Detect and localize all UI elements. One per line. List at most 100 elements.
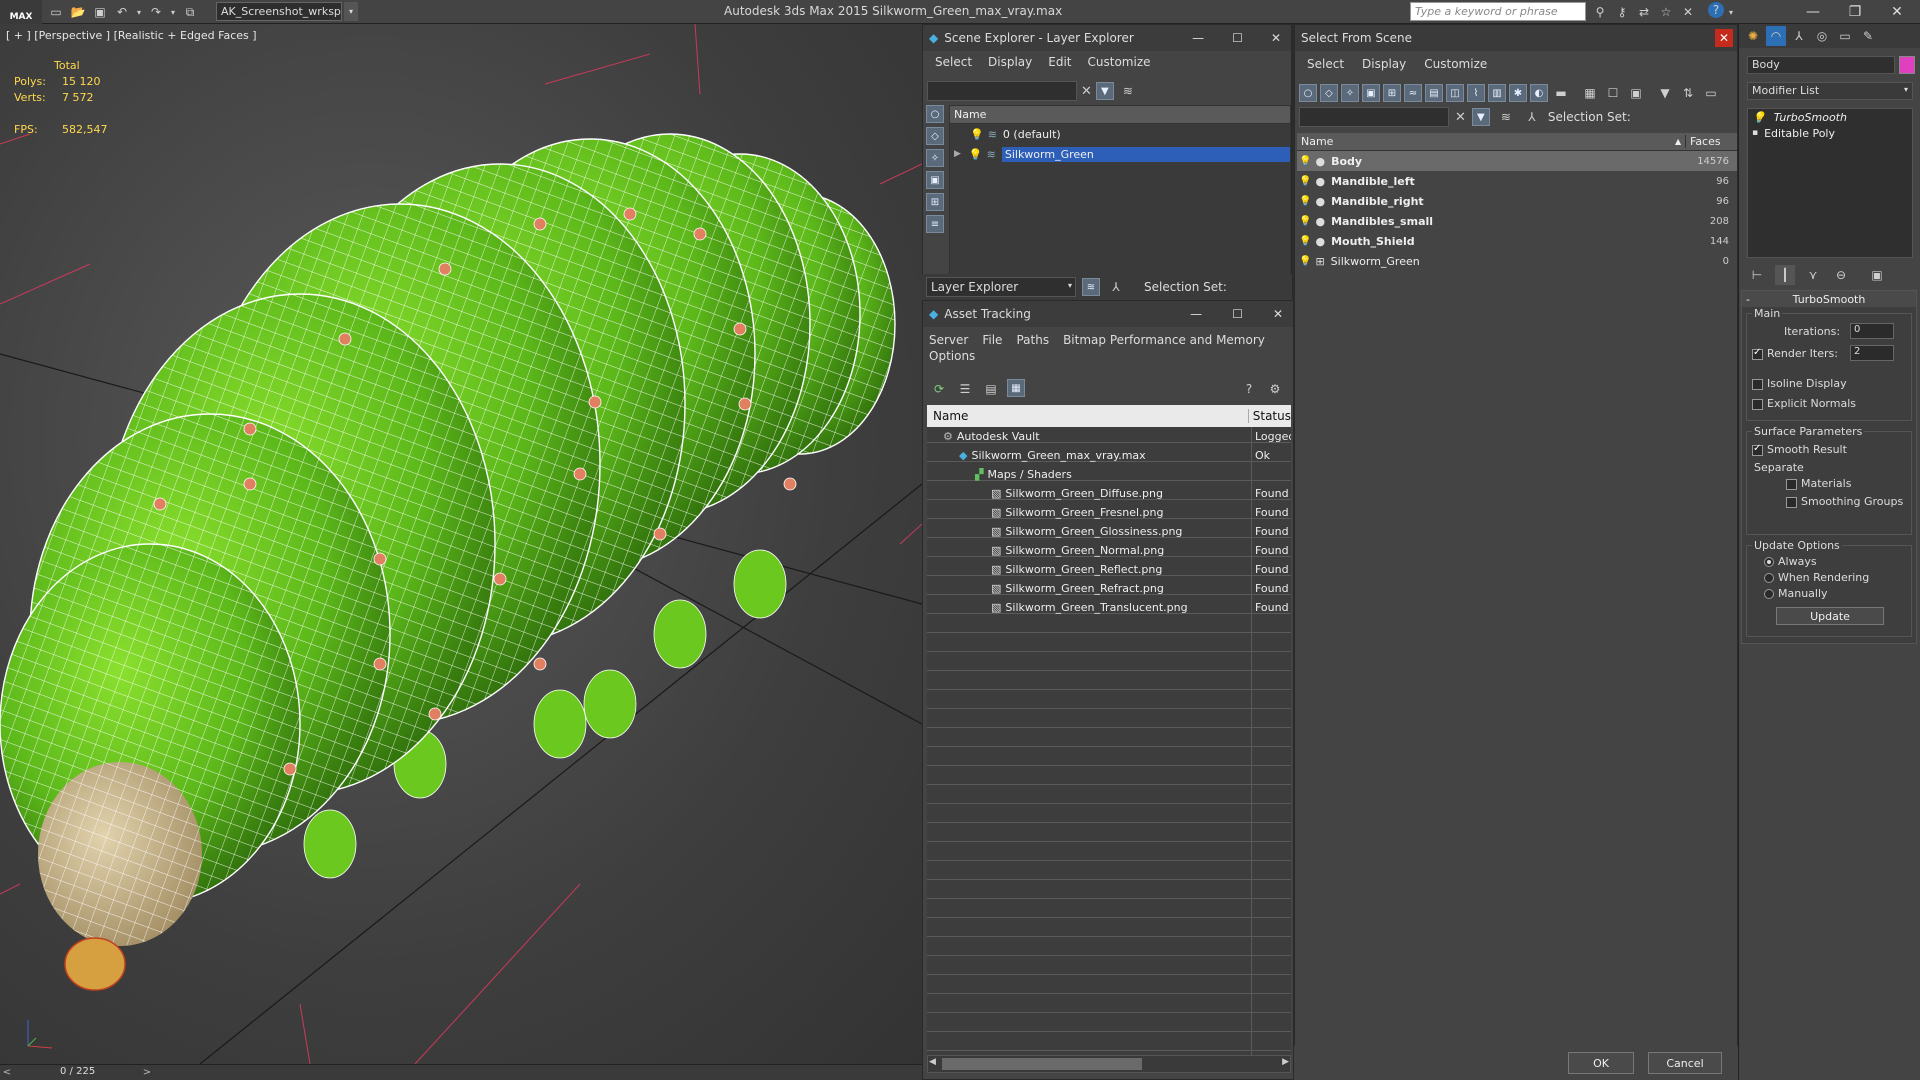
smoothing-groups-checkbox[interactable] — [1786, 496, 1797, 508]
bulb-icon[interactable]: 💡 — [1299, 256, 1311, 267]
sfs-menu-select[interactable]: Select — [1307, 57, 1344, 71]
filter-geometry-icon[interactable]: ○ — [1299, 84, 1317, 102]
iterations-spinner[interactable]: 0 — [1850, 323, 1894, 339]
expand-box-icon[interactable]: ▪ — [1752, 128, 1758, 138]
se-maximize-icon[interactable]: ☐ — [1232, 31, 1243, 45]
filter-bones-icon[interactable]: ⌇ — [1467, 84, 1485, 102]
sfs-close-icon[interactable]: ✕ — [1715, 29, 1733, 47]
show-end-result-icon[interactable]: ┃ — [1775, 265, 1795, 285]
se-display-lights-icon[interactable]: ✧ — [926, 149, 944, 167]
layer-row[interactable]: 💡 ≋ 0 (default) — [950, 124, 1290, 144]
asset-tracking-titlebar[interactable]: ◆ Asset Tracking — ☐ ✕ — [923, 301, 1293, 327]
bulb-icon[interactable]: 💡 — [969, 148, 983, 161]
asset-row[interactable]: ◆ Silkworm_Green_max_vray.max Ok — [927, 446, 1291, 465]
perspective-viewport[interactable]: [ + ] [Perspective ] [Realistic + Edged … — [0, 24, 922, 1064]
at-menu-paths[interactable]: Paths — [1016, 333, 1049, 347]
at-menu-file[interactable]: File — [982, 333, 1002, 347]
at-menu-server[interactable]: Server — [929, 333, 968, 347]
scroll-thumb[interactable] — [942, 1058, 1142, 1070]
explorer-dropdown-icon[interactable]: ▾ — [1068, 281, 1072, 290]
modify-tab-icon[interactable]: ◠ — [1766, 26, 1786, 46]
at-menu-options[interactable]: Options — [929, 349, 975, 363]
hierarchy-mode-icon[interactable]: ⅄ — [1106, 277, 1126, 297]
filter-hidden-icon[interactable]: ◐ — [1530, 84, 1548, 102]
bulb-icon[interactable]: 💡 — [1299, 196, 1311, 207]
filter-xrefs-icon[interactable]: ◫ — [1446, 84, 1464, 102]
time-prev-icon[interactable]: < — [0, 1067, 14, 1078]
se-filter-icon[interactable]: ▼ — [1095, 82, 1114, 100]
render-iters-spinner[interactable]: 2 — [1850, 345, 1894, 361]
asset-row[interactable]: ▧ Silkworm_Green_Diffuse.png Found — [927, 484, 1291, 503]
undo-dropdown-icon[interactable]: ▾ — [134, 2, 144, 22]
help-dropdown-icon[interactable]: ▾ — [1726, 2, 1736, 22]
sfs-layers-icon[interactable]: ≋ — [1496, 107, 1516, 127]
turbosmooth-rollout-header[interactable]: - TurboSmooth — [1742, 291, 1916, 307]
at-menu-bitmap[interactable]: Bitmap Performance and Memory — [1063, 333, 1265, 347]
at-minimize-icon[interactable]: — — [1190, 307, 1202, 321]
scene-explorer-titlebar[interactable]: ◆ Scene Explorer - Layer Explorer — ☐ ✕ — [923, 25, 1291, 51]
se-menu-customize[interactable]: Customize — [1088, 55, 1151, 69]
sfs-search-input[interactable] — [1299, 107, 1449, 127]
make-unique-icon[interactable]: ⋎ — [1803, 265, 1823, 285]
table-view-icon[interactable]: ▦ — [1007, 379, 1025, 397]
project-folder-icon[interactable]: ⧉ — [180, 2, 200, 22]
se-menu-select[interactable]: Select — [935, 55, 972, 69]
asset-row[interactable]: ▧ Silkworm_Green_Refract.png Found — [927, 579, 1291, 598]
bulb-icon[interactable]: 💡 — [1299, 216, 1311, 227]
workspace-select[interactable]: AK_Screenshot_wrksp — [216, 2, 342, 21]
new-file-icon[interactable]: ▭ — [46, 2, 66, 22]
asset-col-name[interactable]: Name — [927, 409, 1249, 423]
app-logo[interactable]: MAX — [0, 0, 42, 24]
filter-helpers-icon[interactable]: ⊞ — [1383, 84, 1401, 102]
filter-all-icon[interactable]: ▬ — [1551, 83, 1571, 103]
object-row[interactable]: 💡 ● Mouth_Shield 144 — [1297, 231, 1737, 251]
cancel-button[interactable]: Cancel — [1648, 1052, 1722, 1074]
sfs-find-filter-icon[interactable]: ▼ — [1471, 108, 1490, 126]
se-minimize-icon[interactable]: — — [1192, 31, 1204, 45]
expand-arrow-icon[interactable]: ▶ — [954, 149, 961, 159]
materials-checkbox[interactable] — [1786, 478, 1797, 490]
explicit-normals-checkbox[interactable] — [1752, 398, 1763, 410]
bulb-icon[interactable]: 💡 — [970, 128, 984, 141]
sfs-titlebar[interactable]: Select From Scene ✕ — [1295, 25, 1737, 51]
list-view-icon[interactable]: ☰ — [955, 379, 975, 399]
sfs-menu-customize[interactable]: Customize — [1424, 57, 1487, 71]
stack-item-editable-poly[interactable]: ▪ Editable Poly — [1748, 125, 1912, 141]
modifier-dropdown-icon[interactable]: ▾ — [1904, 85, 1908, 94]
thumbnail-view-icon[interactable]: ▤ — [981, 379, 1001, 399]
utilities-tab-icon[interactable]: ✎ — [1858, 26, 1878, 46]
se-menu-display[interactable]: Display — [988, 55, 1032, 69]
se-search-input[interactable] — [927, 81, 1077, 101]
scroll-right-icon[interactable]: ▶ — [1282, 1057, 1289, 1067]
always-radio[interactable] — [1764, 557, 1774, 567]
silkworm-model[interactable] — [0, 133, 896, 991]
smooth-result-checkbox[interactable] — [1752, 443, 1763, 456]
star-icon[interactable]: ☆ — [1656, 2, 1676, 22]
filter-cameras-icon[interactable]: ▣ — [1362, 84, 1380, 102]
object-row[interactable]: 💡 ● Mandible_right 96 — [1297, 191, 1737, 211]
stack-item-turbosmooth[interactable]: 💡 TurboSmooth — [1748, 109, 1912, 125]
sort-up-icon[interactable]: ▲ — [1675, 137, 1681, 146]
sfs-filter-icon[interactable]: ▼ — [1655, 83, 1675, 103]
select-all-icon[interactable]: ▦ — [1580, 83, 1600, 103]
sfs-hierarchy-icon[interactable]: ⅄ — [1522, 107, 1542, 127]
filter-groups-icon[interactable]: ▤ — [1425, 84, 1443, 102]
se-display-helpers-icon[interactable]: ⊞ — [926, 193, 944, 211]
select-none-icon[interactable]: ☐ — [1603, 83, 1623, 103]
scroll-left-icon[interactable]: ◀ — [929, 1057, 936, 1067]
object-name-input[interactable]: Body — [1747, 56, 1895, 74]
se-display-geometry-icon[interactable]: ○ — [926, 105, 944, 123]
se-layer-options-icon[interactable]: ≋ — [1118, 81, 1138, 101]
se-menu-edit[interactable]: Edit — [1048, 55, 1071, 69]
update-button[interactable]: Update — [1776, 607, 1884, 625]
workspace-dropdown-icon[interactable]: ▾ — [344, 2, 358, 21]
asset-row[interactable]: ▧ Silkworm_Green_Normal.png Found — [927, 541, 1291, 560]
sfs-columns-icon[interactable]: ▭ — [1701, 83, 1721, 103]
object-color-swatch[interactable] — [1899, 56, 1915, 74]
filter-containers-icon[interactable]: ▥ — [1488, 84, 1506, 102]
undo-icon[interactable]: ↶ — [112, 2, 132, 22]
asset-row[interactable]: ▧ Silkworm_Green_Fresnel.png Found — [927, 503, 1291, 522]
modifier-bulb-icon[interactable]: 💡 — [1752, 111, 1766, 124]
at-close-icon[interactable]: ✕ — [1273, 307, 1283, 321]
object-row[interactable]: 💡 ● Body 14576 — [1297, 151, 1737, 171]
